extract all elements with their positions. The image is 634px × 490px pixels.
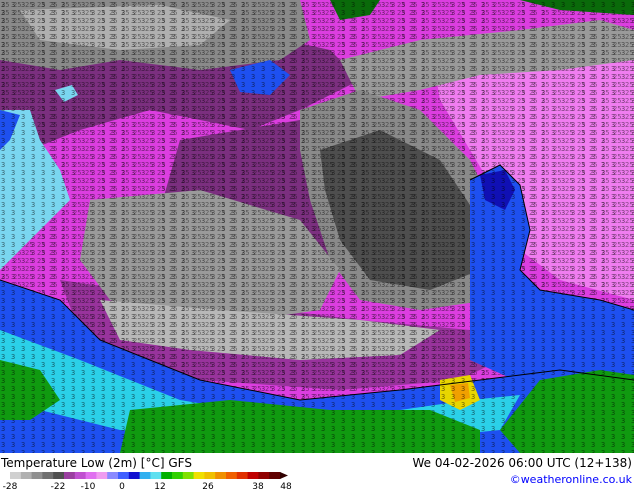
legend-swatch: [161, 472, 173, 479]
legend-tick: 26: [202, 482, 214, 490]
legend-swatch: [193, 472, 205, 479]
legend-swatch: [215, 472, 227, 479]
legend-swatch: [53, 472, 65, 479]
legend-swatch: [204, 472, 216, 479]
legend-swatch: [74, 472, 87, 479]
legend-tick: 38: [252, 482, 264, 490]
legend-swatch: [10, 472, 22, 479]
legend-tick: -28: [3, 482, 18, 490]
legend-tick: 12: [154, 482, 165, 490]
legend-tick: -10: [81, 482, 96, 490]
legend-swatch: [42, 472, 54, 479]
legend-swatch: [20, 472, 33, 479]
legend-swatch: [172, 472, 184, 479]
legend-swatch: [118, 472, 130, 479]
legend-swatch: [96, 472, 108, 479]
map-title: Temperature Low (2m) [°C] GFS: [1, 456, 192, 470]
legend-swatch: [258, 472, 270, 479]
color-legend: -28 -22 -10 0 12 26 38 48: [3, 472, 292, 490]
valid-time: We 04-02-2026 06:00 UTC (12+138): [412, 456, 632, 470]
legend-swatch: [128, 472, 141, 479]
legend-tick: -22: [51, 482, 66, 490]
legend-swatch: [107, 472, 119, 479]
footer: Temperature Low (2m) [°C] GFS We 04-02-2…: [0, 453, 634, 490]
credit-link[interactable]: ©weatheronline.co.uk: [510, 473, 632, 486]
legend-swatch: [31, 472, 43, 479]
legend-tick: 48: [280, 482, 292, 490]
legend-swatch: [64, 472, 76, 479]
legend-swatch: [85, 472, 97, 479]
legend-swatch: [269, 472, 281, 479]
legend-swatch: [226, 472, 238, 479]
legend-arrow: [280, 472, 288, 479]
legend-tick: 0: [119, 482, 125, 490]
legend-swatch: [182, 472, 195, 479]
legend-swatch: [150, 472, 162, 479]
legend-swatch: [236, 472, 249, 479]
legend-swatch: [247, 472, 259, 479]
temperature-map: 3 25: [0, 0, 634, 453]
legend-swatch: [139, 472, 151, 479]
